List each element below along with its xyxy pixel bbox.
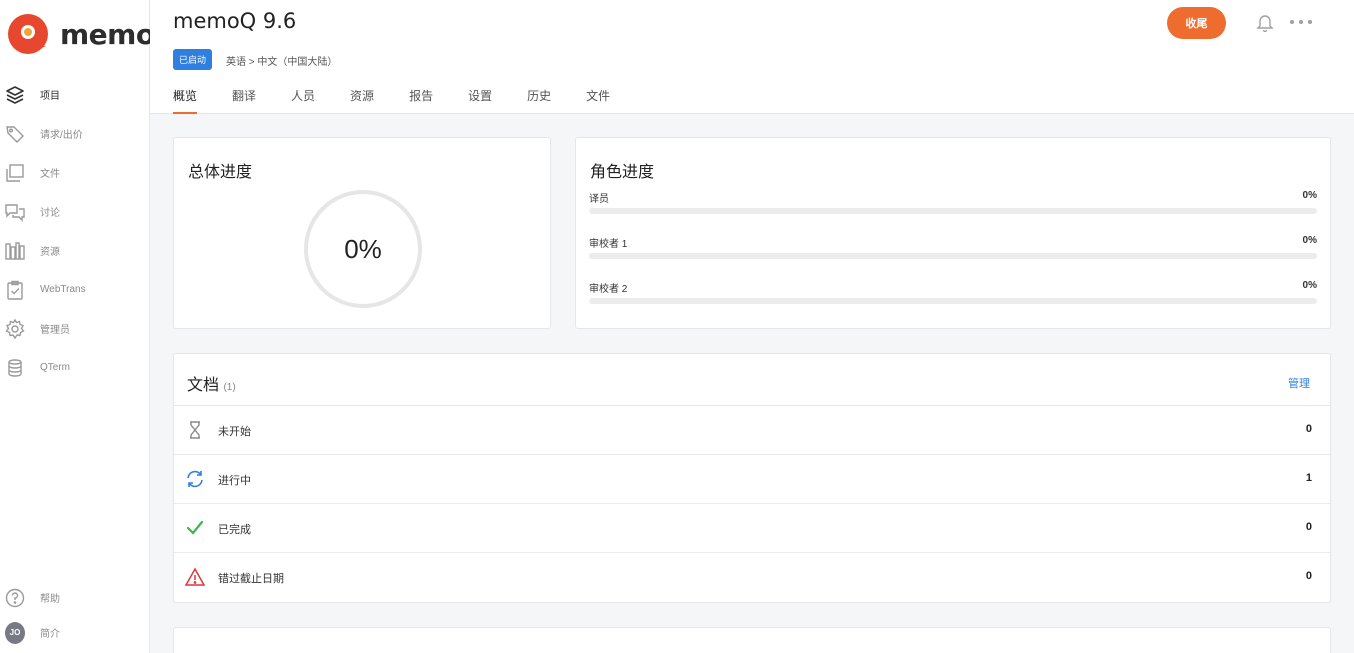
user-avatar: JO [5,621,25,644]
folder-icon [5,163,25,183]
overall-progress-value: 0% [344,233,382,264]
documents-title: 文档 (1) [187,371,236,395]
role-progress-title: 角色进度 [590,164,655,181]
role-name: 译员 [589,194,609,205]
status-badge: 已启动 [173,49,213,70]
status-count: 0 [1305,423,1312,435]
role-percent: 0% [1302,235,1317,246]
nav-label: 管理员 [40,325,70,336]
clipboard-check-icon [5,280,25,300]
nav-label: QTerm [40,362,70,373]
project-header: memoQ 9.6 已启动 英语 > 中文（中国大陆） 概览 翻译 人员 资源 … [150,0,1354,114]
check-icon [185,518,205,538]
tab-translation[interactable]: 翻译 [232,87,256,114]
refresh-icon [185,469,205,489]
document-status-row[interactable]: 已完成 0 [174,504,1330,553]
status-label: 未开始 [218,426,251,438]
library-icon [5,241,25,261]
role-progress-bar [589,208,1317,214]
status-label: 错过截止日期 [218,573,284,585]
tab-people[interactable]: 人员 [291,87,315,114]
documents-title-text: 文档 [187,377,220,394]
gear-icon [5,318,25,339]
language-pair: 英语 > 中文（中国大陆） [226,57,338,68]
status-count: 0 [1305,521,1312,533]
nav-item-webtrans[interactable]: WebTrans [0,270,150,309]
document-status-row[interactable]: 错过截止日期 0 [174,553,1330,602]
documents-card: 文档 (1) 管理 未开始 0 进行中 1 已完成 0 错过截止日期 0 [173,353,1331,603]
overall-progress-title: 总体进度 [188,164,253,181]
role-progress-card: 角色进度 译员 0% 审校者 1 0% 审校者 2 0% [575,137,1331,329]
manage-link[interactable]: 管理 [1288,375,1310,391]
warning-icon [184,567,206,587]
nav-label: 请求/出价 [40,130,83,141]
tab-overview[interactable]: 概览 [173,87,198,114]
role-percent: 0% [1302,280,1317,291]
role-progress-bar [589,298,1317,304]
tab-settings[interactable]: 设置 [468,87,492,114]
nav-label: 项目 [40,91,60,102]
sidebar: memoq 项目 请求/出价 文件 讨论 资源 WebTrans 管理员 QTe… [0,0,175,653]
help-icon [5,588,25,608]
hourglass-icon [185,420,205,440]
overall-progress-card: 总体进度 0% [173,137,551,329]
chat-icon [5,202,25,222]
tab-history[interactable]: 历史 [527,87,551,114]
tab-reports[interactable]: 报告 [409,87,433,114]
nav-label: 简介 [40,629,60,640]
role-name: 审校者 1 [589,239,628,250]
tag-icon [5,124,25,144]
nav-item-projects[interactable]: 项目 [0,75,150,114]
nav-label: 文件 [40,169,60,180]
nav-item-files[interactable]: 文件 [0,153,150,192]
status-label: 进行中 [218,475,251,487]
role-name: 审校者 2 [589,284,628,295]
progress-ring: 0% [302,188,424,310]
nav-label: 讨论 [40,208,60,219]
document-status-row[interactable]: 未开始 0 [174,406,1330,455]
next-card [173,627,1331,653]
nav-item-discussions[interactable]: 讨论 [0,192,150,231]
project-tabs: 概览 翻译 人员 资源 报告 设置 历史 文件 [173,87,645,114]
nav-label: 资源 [40,247,60,258]
nav-item-profile[interactable]: JO 简介 [0,615,150,650]
memoq-logo-icon [6,12,50,56]
nav-item-help[interactable]: 帮助 [0,580,150,615]
status-label: 已完成 [218,524,251,536]
nav-item-requests[interactable]: 请求/出价 [0,114,150,153]
bell-icon[interactable] [1255,12,1275,33]
layers-icon [5,85,25,105]
nav-item-qterm[interactable]: QTerm [0,348,150,387]
role-progress-bar [589,253,1317,259]
nav-label: 帮助 [40,594,60,605]
wrap-up-button[interactable]: 收尾 [1167,7,1226,39]
documents-header: 文档 (1) 管理 [174,354,1330,406]
nav-item-resources[interactable]: 资源 [0,231,150,270]
memoq-logo[interactable]: memoq [6,12,175,56]
status-count: 1 [1305,472,1312,484]
page-title: memoQ 9.6 [173,9,297,33]
sidebar-bottom: 帮助 JO 简介 [0,580,150,650]
more-icon[interactable] [1290,12,1312,32]
main-nav: 项目 请求/出价 文件 讨论 资源 WebTrans 管理员 QTerm [0,75,150,387]
status-count: 0 [1305,570,1312,582]
tab-files[interactable]: 文件 [586,87,610,114]
role-percent: 0% [1302,190,1317,201]
database-icon [5,358,25,378]
nav-item-admin[interactable]: 管理员 [0,309,150,348]
nav-label: WebTrans [40,284,86,295]
tab-resources[interactable]: 资源 [350,87,374,114]
document-status-row[interactable]: 进行中 1 [174,455,1330,504]
avatar: JO [5,621,25,644]
documents-count: (1) [223,382,236,393]
